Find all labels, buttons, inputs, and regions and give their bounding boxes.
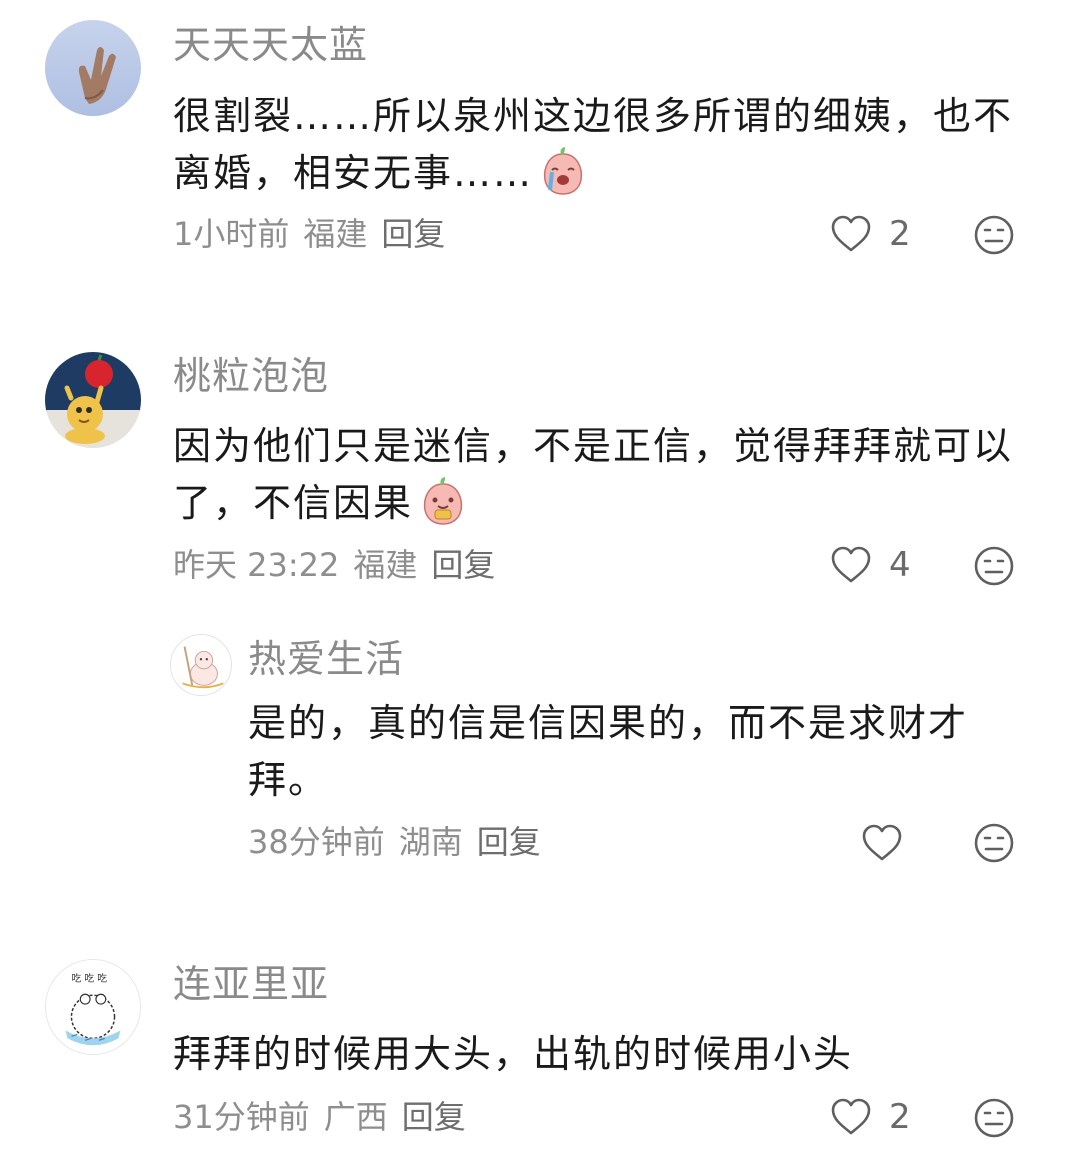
meh-face-icon bbox=[973, 214, 1015, 256]
comment-text-body: 拜拜的时候用大头，出轨的时候用小头 bbox=[173, 1032, 854, 1076]
dislike-button[interactable] bbox=[973, 1097, 1015, 1139]
heart-outline-icon bbox=[829, 543, 873, 587]
meh-face-icon bbox=[973, 545, 1015, 587]
comment-meta: 昨天 23:22 福建 回复 bbox=[173, 549, 509, 581]
reply-button[interactable]: 回复 bbox=[431, 546, 495, 584]
comment-text-body: 因为他们只是迷信，不是正信，觉得拜拜就可以了，不信因果 bbox=[173, 424, 1014, 525]
like-button[interactable]: 2 bbox=[829, 212, 911, 256]
comment-time: 38分钟前 bbox=[248, 823, 385, 861]
comment-meta: 31分钟前 广西 回复 bbox=[173, 1101, 480, 1133]
username[interactable]: 桃粒泡泡 bbox=[173, 357, 329, 395]
username[interactable]: 热爱生活 bbox=[248, 640, 404, 678]
comment-text: 拜拜的时候用大头，出轨的时候用小头 bbox=[173, 1026, 1023, 1083]
dislike-button[interactable] bbox=[973, 545, 1015, 587]
meh-face-icon bbox=[973, 822, 1015, 864]
comment-text-body: 很割裂……所以泉州这边很多所谓的细姨，也不离婚，相安无事…… bbox=[173, 94, 1014, 195]
heart-outline-icon bbox=[829, 212, 873, 256]
comment-item: 吃 吃 吃 连亚里亚 拜拜的时候用大头，出轨的时候用小头 31分钟前 广西 回复 2 bbox=[0, 940, 1080, 1165]
comment-time: 昨天 23:22 bbox=[173, 546, 340, 584]
comment-text: 因为他们只是迷信，不是正信，觉得拜拜就可以了，不信因果 bbox=[173, 418, 1023, 532]
comment-location: 福建 bbox=[353, 546, 418, 584]
comment-item: 天天天太蓝 很割裂……所以泉州这边很多所谓的细姨，也不离婚，相安无事…… 1小时… bbox=[0, 0, 1080, 300]
comment-time: 1小时前 bbox=[173, 215, 290, 253]
comment-text: 是的，真的信是信因果的，而不是求财才拜。 bbox=[248, 695, 1023, 809]
comment-text-body: 是的，真的信是信因果的，而不是求财才拜。 bbox=[248, 701, 969, 802]
like-button[interactable] bbox=[860, 821, 920, 865]
comment-item: 桃粒泡泡 因为他们只是迷信，不是正信，觉得拜拜就可以了，不信因果 昨天 23:2… bbox=[0, 330, 1080, 620]
reply-button[interactable]: 回复 bbox=[477, 823, 541, 861]
crying-peach-emoji bbox=[539, 146, 587, 196]
like-button[interactable]: 2 bbox=[829, 1095, 911, 1139]
dislike-button[interactable] bbox=[973, 822, 1015, 864]
svg-text:吃 吃 吃: 吃 吃 吃 bbox=[71, 972, 107, 985]
comment-time: 31分钟前 bbox=[173, 1098, 310, 1136]
comment-text: 很割裂……所以泉州这边很多所谓的细姨，也不离婚，相安无事…… bbox=[173, 88, 1023, 202]
reply-button[interactable]: 回复 bbox=[402, 1098, 466, 1136]
reply-button[interactable]: 回复 bbox=[381, 215, 445, 253]
heart-outline-icon bbox=[860, 821, 904, 865]
avatar[interactable] bbox=[45, 20, 141, 116]
avatar[interactable]: 吃 吃 吃 bbox=[45, 959, 141, 1055]
username[interactable]: 连亚里亚 bbox=[173, 965, 329, 1003]
eating-peach-emoji bbox=[419, 476, 467, 526]
avatar[interactable] bbox=[170, 634, 232, 696]
heart-outline-icon bbox=[829, 1095, 873, 1139]
dislike-button[interactable] bbox=[973, 214, 1015, 256]
like-count: 2 bbox=[889, 214, 911, 254]
comment-location: 广西 bbox=[323, 1098, 388, 1136]
comment-meta: 1小时前 福建 回复 bbox=[173, 218, 459, 250]
like-count: 4 bbox=[889, 545, 911, 585]
avatar[interactable] bbox=[45, 352, 141, 448]
username[interactable]: 天天天太蓝 bbox=[173, 26, 368, 64]
comment-meta: 38分钟前 湖南 回复 bbox=[248, 826, 555, 858]
reply-item: 热爱生活 是的，真的信是信因果的，而不是求财才拜。 38分钟前 湖南 回复 bbox=[0, 620, 1080, 920]
meh-face-icon bbox=[973, 1097, 1015, 1139]
like-button[interactable]: 4 bbox=[829, 543, 911, 587]
like-count: 2 bbox=[889, 1097, 911, 1137]
comment-location: 湖南 bbox=[398, 823, 463, 861]
comment-location: 福建 bbox=[303, 215, 368, 253]
